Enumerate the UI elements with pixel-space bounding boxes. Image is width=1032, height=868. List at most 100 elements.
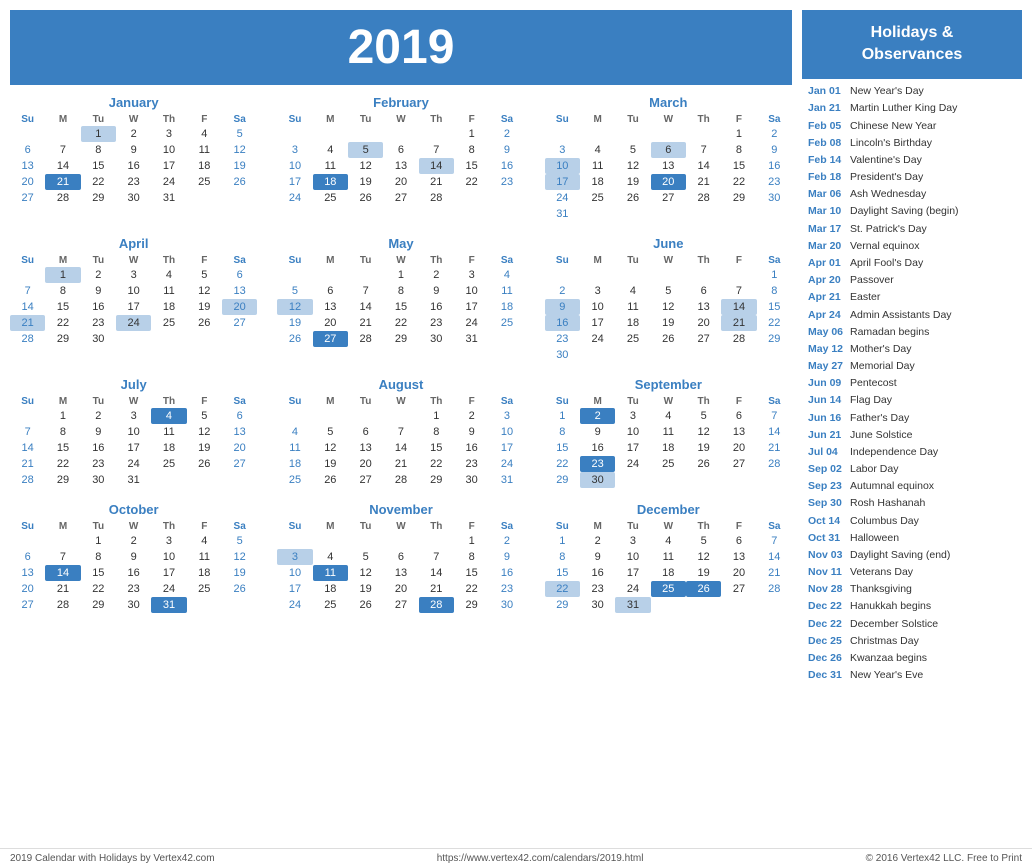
- day-cell: 7: [10, 283, 45, 299]
- month-title: December: [545, 502, 792, 517]
- day-cell: 13: [222, 424, 257, 440]
- day-cell: 17: [151, 158, 186, 174]
- day-cell: 15: [454, 565, 489, 581]
- day-cell: 27: [10, 190, 45, 206]
- day-cell: 23: [419, 315, 454, 331]
- day-header-sa: Sa: [757, 395, 792, 408]
- day-header-m: M: [580, 520, 615, 533]
- holidays-list: Jan 01New Year's DayJan 21Martin Luther …: [802, 79, 1022, 838]
- day-cell: 24: [277, 190, 312, 206]
- day-cell: 30: [454, 472, 489, 488]
- empty-cell: [615, 472, 650, 488]
- day-cell: 30: [545, 347, 580, 363]
- day-cell: 18: [151, 440, 186, 456]
- day-cell: 24: [277, 597, 312, 613]
- day-header-sa: Sa: [757, 113, 792, 126]
- day-cell: 3: [580, 283, 615, 299]
- month-february: FebruarySuMTuWThFSa123456789101112131415…: [277, 95, 524, 222]
- day-cell: 11: [187, 142, 222, 158]
- day-cell: 28: [757, 456, 792, 472]
- holiday-item: Sep 02Labor Day: [808, 461, 1016, 478]
- day-cell: 27: [222, 315, 257, 331]
- day-cell: 5: [686, 408, 721, 424]
- day-cell: 1: [545, 533, 580, 549]
- empty-cell: [757, 597, 792, 613]
- sidebar-header: Holidays &Observances: [802, 10, 1022, 79]
- empty-cell: [419, 126, 454, 142]
- month-title: September: [545, 377, 792, 392]
- day-cell: 10: [151, 549, 186, 565]
- day-cell: 28: [419, 190, 454, 206]
- holiday-item: Oct 31Halloween: [808, 529, 1016, 546]
- day-cell: 23: [757, 174, 792, 190]
- day-cell: 12: [313, 440, 348, 456]
- day-cell: 6: [651, 142, 686, 158]
- day-cell: 28: [45, 597, 80, 613]
- day-cell: 6: [222, 267, 257, 283]
- holiday-date: Feb 05: [808, 119, 846, 133]
- day-cell: 13: [721, 549, 756, 565]
- day-cell: 14: [383, 440, 418, 456]
- day-cell: 16: [454, 440, 489, 456]
- day-cell: 27: [348, 472, 383, 488]
- day-header-m: M: [45, 113, 80, 126]
- holiday-name: Veterans Day: [850, 565, 913, 579]
- day-cell: 26: [187, 315, 222, 331]
- day-header-f: F: [454, 520, 489, 533]
- month-table: SuMTuWThFSa12345678910111213141516171819…: [277, 254, 524, 347]
- holiday-name: President's Day: [850, 170, 923, 184]
- holiday-item: May 27Memorial Day: [808, 358, 1016, 375]
- holiday-item: Feb 05Chinese New Year: [808, 117, 1016, 134]
- day-cell: 24: [151, 174, 186, 190]
- empty-cell: [651, 347, 686, 363]
- day-cell: 25: [187, 174, 222, 190]
- day-cell: 19: [686, 565, 721, 581]
- day-header-m: M: [45, 520, 80, 533]
- day-cell: 13: [10, 158, 45, 174]
- holiday-item: Feb 08Lincoln's Birthday: [808, 134, 1016, 151]
- day-cell: 25: [651, 456, 686, 472]
- day-cell: 9: [454, 424, 489, 440]
- day-cell: 22: [45, 315, 80, 331]
- day-cell: 17: [116, 440, 151, 456]
- day-header-f: F: [187, 395, 222, 408]
- day-header-f: F: [721, 113, 756, 126]
- empty-cell: [10, 533, 45, 549]
- day-cell: 12: [187, 283, 222, 299]
- day-cell: 13: [686, 299, 721, 315]
- day-header-tu: Tu: [81, 113, 116, 126]
- day-cell: 19: [277, 315, 312, 331]
- day-cell: 30: [419, 331, 454, 347]
- day-cell: 12: [222, 142, 257, 158]
- empty-cell: [686, 206, 721, 222]
- day-cell: 12: [222, 549, 257, 565]
- day-cell: 4: [277, 424, 312, 440]
- day-cell: 20: [348, 456, 383, 472]
- day-header-w: W: [651, 254, 686, 267]
- day-cell: 16: [419, 299, 454, 315]
- empty-cell: [721, 597, 756, 613]
- day-header-tu: Tu: [615, 395, 650, 408]
- holiday-item: Feb 18President's Day: [808, 169, 1016, 186]
- holiday-date: Apr 20: [808, 273, 846, 287]
- day-cell: 20: [383, 174, 418, 190]
- day-header-su: Su: [10, 113, 45, 126]
- empty-cell: [615, 347, 650, 363]
- day-cell: 25: [313, 190, 348, 206]
- empty-cell: [757, 472, 792, 488]
- day-cell: 22: [454, 581, 489, 597]
- day-cell: 17: [454, 299, 489, 315]
- day-cell: 21: [10, 315, 45, 331]
- holiday-item: Apr 24Admin Assistants Day: [808, 306, 1016, 323]
- day-cell: 16: [757, 158, 792, 174]
- day-cell: 30: [81, 472, 116, 488]
- day-cell: 23: [489, 581, 524, 597]
- day-cell: 22: [419, 456, 454, 472]
- day-cell: 21: [757, 565, 792, 581]
- holiday-item: Sep 30Rosh Hashanah: [808, 495, 1016, 512]
- day-header-th: Th: [151, 520, 186, 533]
- empty-cell: [721, 472, 756, 488]
- day-header-m: M: [580, 254, 615, 267]
- day-cell: 15: [81, 565, 116, 581]
- day-cell: 5: [187, 267, 222, 283]
